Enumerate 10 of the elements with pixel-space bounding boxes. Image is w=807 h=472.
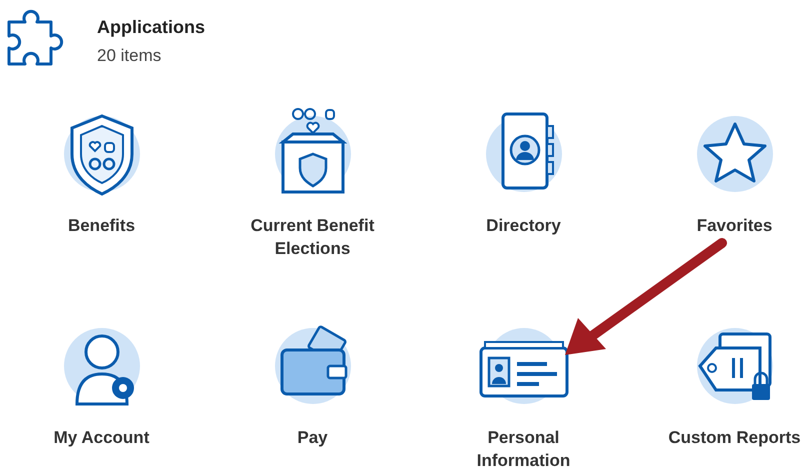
page-title: Applications [97, 17, 206, 38]
app-label[interactable]: Directory [448, 214, 598, 237]
app-label[interactable]: My Account [26, 426, 176, 449]
app-label[interactable]: Custom Reports [660, 426, 807, 449]
app-label[interactable]: Favorites [660, 214, 807, 237]
item-count: 20 items [97, 46, 162, 66]
app-label[interactable]: Pay [238, 426, 388, 449]
app-label[interactable]: Personal Information [448, 426, 598, 472]
app-label[interactable]: Benefits [26, 214, 176, 237]
app-label[interactable]: Current Benefit Elections [238, 214, 388, 260]
